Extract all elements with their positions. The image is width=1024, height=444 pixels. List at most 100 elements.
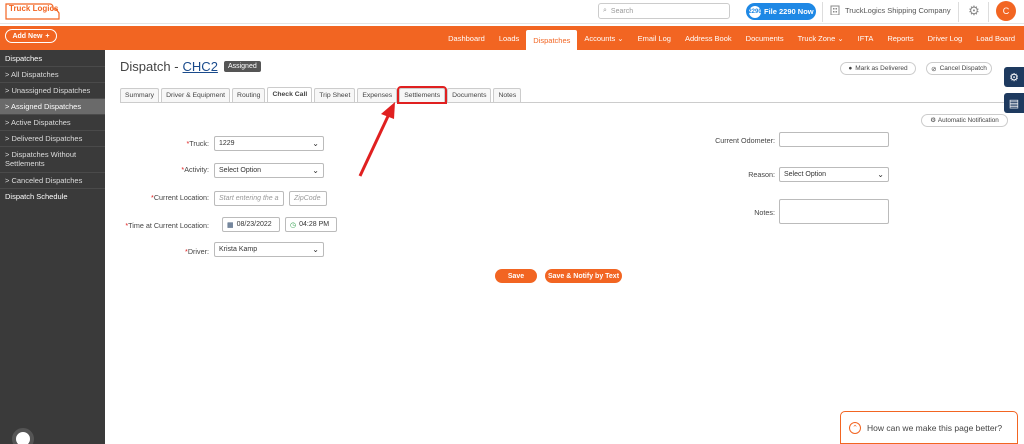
mark-delivered-button[interactable]: ● Mark as Delivered (840, 62, 916, 75)
nav-items: Dashboard Loads Dispatches Accounts ⌄ Em… (441, 26, 1022, 50)
nav-dispatches[interactable]: Dispatches (526, 30, 578, 50)
settings-tool-icon[interactable]: ⚙ (1004, 67, 1024, 87)
tab-documents[interactable]: Documents (447, 88, 492, 102)
cancel-dispatch-label: Cancel Dispatch (939, 65, 987, 72)
cancel-icon: ⊘ (931, 65, 937, 73)
notes-label: Notes: (754, 208, 775, 217)
search-placeholder: Search (610, 7, 634, 15)
nav-accounts[interactable]: Accounts ⌄ (577, 26, 630, 50)
header-divider (958, 2, 959, 22)
chevron-up-icon: ⌃ (849, 421, 861, 434)
sidebar-item-assigned[interactable]: > Assigned Dispatches (0, 98, 105, 114)
time-value: 04:28 PM (299, 221, 330, 228)
nav-driver-log[interactable]: Driver Log (921, 26, 970, 50)
date-value: 08/23/2022 (236, 221, 272, 228)
reason-label: Reason: (748, 170, 775, 179)
form-2290-icon: 2290 (748, 5, 762, 18)
chevron-down-icon: ⌄ (312, 245, 319, 254)
user-avatar[interactable]: C (996, 1, 1016, 21)
status-badge: Assigned (223, 61, 261, 72)
dispatch-id-link[interactable]: CHC2 (183, 59, 218, 74)
nav-email-log[interactable]: Email Log (631, 26, 678, 50)
chevron-down-icon: ⌄ (877, 170, 884, 179)
sidebar-item-delivered[interactable]: > Delivered Dispatches (0, 130, 105, 146)
main-content: Dispatch - CHC2 Assigned ● Mark as Deliv… (105, 50, 1024, 444)
settings-gear-icon[interactable]: ⚙ (966, 3, 982, 19)
chevron-down-icon: ⌄ (312, 139, 319, 148)
date-input[interactable]: ▦ 08/23/2022 (222, 217, 280, 232)
header-divider (822, 2, 823, 22)
file-2290-button[interactable]: 2290 File 2290 Now (746, 3, 816, 20)
tab-driver-equipment[interactable]: Driver & Equipment (161, 88, 231, 102)
tab-expenses[interactable]: Expenses (357, 88, 398, 102)
sidebar-item-all-dispatches[interactable]: > All Dispatches (0, 66, 105, 82)
save-button[interactable]: Save (495, 269, 537, 283)
document-tool-icon[interactable]: ▤ (1004, 93, 1024, 113)
company-name: TruckLogics Shipping Company (845, 5, 951, 15)
current-location-input[interactable]: Start entering the a (214, 191, 284, 206)
sidebar: Dispatches > All Dispatches > Unassigned… (0, 50, 105, 444)
title-prefix: Dispatch - (120, 59, 179, 74)
notes-textarea[interactable] (779, 199, 889, 224)
activity-select[interactable]: Select Option ⌄ (214, 163, 324, 178)
logo-text-top: Truck Logics (9, 4, 59, 13)
save-notify-button[interactable]: Save & Notify by Text (545, 269, 622, 283)
time-label: *Time at Current Location: (125, 221, 209, 230)
automatic-notification-label: Automatic Notification (937, 117, 999, 124)
driver-select[interactable]: Krista Kamp ⌄ (214, 242, 324, 257)
sidebar-item-without-settlements[interactable]: > Dispatches Without Settlements (0, 146, 105, 172)
sidebar-heading: Dispatches (5, 54, 43, 63)
nav-truck-zone[interactable]: Truck Zone ⌄ (791, 26, 851, 50)
search-box[interactable]: ⌕ Search (598, 3, 730, 19)
add-new-label: Add New (12, 32, 43, 40)
company-selector[interactable]: TruckLogics Shipping Company (830, 5, 951, 15)
chat-launcher[interactable] (12, 428, 34, 444)
truck-value: 1229 (219, 140, 235, 147)
driver-label: *Driver: (185, 247, 209, 256)
nav-ifta[interactable]: IFTA (851, 26, 881, 50)
check-circle-icon: ● (848, 65, 853, 72)
nav-dashboard[interactable]: Dashboard (441, 26, 492, 50)
tab-notes[interactable]: Notes (493, 88, 522, 102)
sidebar-item-canceled[interactable]: > Canceled Dispatches (0, 172, 105, 188)
top-header: Truck Logics ⌕ Search 2290 File 2290 Now… (0, 0, 1024, 24)
gear-icon: ⚙ (930, 117, 936, 124)
chevron-down-icon: ⌄ (312, 166, 319, 175)
driver-value: Krista Kamp (219, 246, 258, 253)
main-navbar: Add New + Dashboard Loads Dispatches Acc… (0, 26, 1024, 50)
tab-routing[interactable]: Routing (232, 88, 266, 102)
nav-documents[interactable]: Documents (739, 26, 791, 50)
tab-settlements[interactable]: Settlements (397, 86, 448, 104)
feedback-text: How can we make this page better? (867, 422, 1003, 433)
mark-delivered-label: Mark as Delivered (855, 65, 908, 72)
odometer-input[interactable] (779, 132, 889, 147)
feedback-widget[interactable]: ⌃ How can we make this page better? (840, 411, 1018, 444)
automatic-notification-button[interactable]: ⚙ Automatic Notification (921, 114, 1008, 127)
sidebar-item-active[interactable]: > Active Dispatches (0, 114, 105, 130)
nav-load-board[interactable]: Load Board (969, 26, 1022, 50)
nav-address-book[interactable]: Address Book (678, 26, 739, 50)
plus-icon: + (45, 32, 50, 40)
truck-select[interactable]: 1229 ⌄ (214, 136, 324, 151)
reason-select[interactable]: Select Option ⌄ (779, 167, 889, 182)
header-divider (988, 2, 989, 22)
cancel-dispatch-button[interactable]: ⊘ Cancel Dispatch (926, 62, 992, 75)
file-2290-label: File 2290 Now (764, 7, 814, 16)
sidebar-item-unassigned[interactable]: > Unassigned Dispatches (0, 82, 105, 98)
time-input[interactable]: ◷ 04:28 PM (285, 217, 337, 232)
location-label: *Current Location: (151, 193, 209, 202)
sidebar-item-dispatch-schedule[interactable]: Dispatch Schedule (0, 188, 105, 204)
building-icon (830, 5, 840, 15)
tab-check-call[interactable]: Check Call (267, 87, 313, 102)
dispatch-tabs: Summary Driver & Equipment Routing Check… (120, 86, 1015, 104)
nav-reports[interactable]: Reports (880, 26, 920, 50)
tab-trip-sheet[interactable]: Trip Sheet (314, 88, 356, 102)
tab-summary[interactable]: Summary (120, 88, 160, 102)
truck-label: *Truck: (186, 139, 209, 148)
clock-icon: ◷ (290, 221, 297, 229)
nav-loads[interactable]: Loads (492, 26, 526, 50)
zipcode-input[interactable]: ZipCode (289, 191, 327, 206)
trucklogics-logo[interactable]: Truck Logics (4, 1, 60, 23)
add-new-button[interactable]: Add New + (5, 29, 57, 43)
odometer-label: Current Odometer: (715, 136, 775, 145)
